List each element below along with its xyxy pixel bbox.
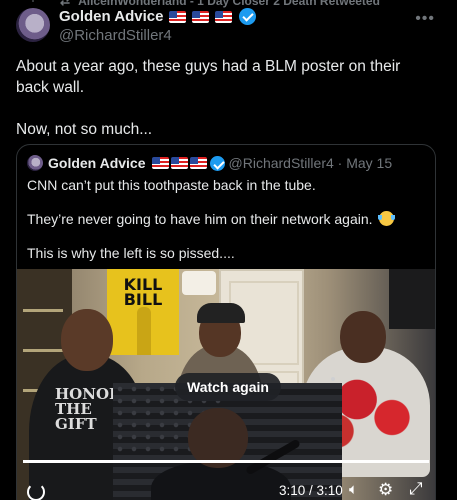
poster-figure bbox=[137, 307, 151, 355]
author-handle[interactable]: @RichardStiller4 bbox=[59, 27, 256, 44]
volume-icon[interactable]: 🔈︎ bbox=[349, 481, 358, 498]
retweet-text: AliceInWonderland - 1 Day Closer 2 Death… bbox=[78, 0, 380, 8]
quoted-text: CNN can’t put this toothpaste back in th… bbox=[27, 175, 427, 277]
verified-icon bbox=[209, 155, 225, 171]
video-poster: KILL BILL bbox=[107, 269, 179, 355]
avatar[interactable] bbox=[16, 8, 50, 42]
quoted-header: Golden Advice @RichardStiller4 · May 15 bbox=[27, 155, 392, 171]
replay-icon[interactable] bbox=[27, 483, 45, 500]
poster-text: KILL BILL bbox=[123, 275, 163, 309]
author-row: Golden Advice bbox=[59, 8, 257, 25]
us-flag-icon bbox=[189, 157, 207, 169]
expand-icon[interactable]: ⤢ bbox=[409, 479, 423, 499]
close-icon[interactable] bbox=[331, 377, 335, 381]
retweet-icon: ⇄ bbox=[60, 0, 71, 8]
video-progress-bar[interactable] bbox=[23, 460, 429, 463]
video-lamp bbox=[182, 271, 216, 295]
us-flag-icon bbox=[151, 157, 169, 169]
quoted-line: They’re never going to have him on their… bbox=[27, 209, 427, 229]
gear-icon[interactable]: ⚙ bbox=[378, 480, 393, 500]
quoted-line-text: They’re never going to have him on their… bbox=[27, 211, 373, 227]
us-flag-icon bbox=[170, 157, 188, 169]
crying-laughing-emoji-icon bbox=[377, 211, 395, 226]
video-controls: 3:10 / 3:10 🔈︎ ⚙ ⤢ bbox=[17, 473, 435, 500]
video-time: 3:10 / 3:10 bbox=[279, 483, 343, 498]
verified-icon[interactable] bbox=[239, 8, 257, 25]
quoted-avatar[interactable] bbox=[27, 155, 43, 171]
inset-person-head bbox=[188, 408, 248, 468]
post-text-line: Now, not so much... bbox=[16, 121, 153, 138]
retweet-indicator[interactable]: ⇄ AliceInWonderland - 1 Day Closer 2 Deat… bbox=[60, 0, 380, 8]
video-player[interactable]: KILL BILL HONOR THE GIFT Watch again 3:1… bbox=[17, 269, 435, 500]
post-text-line: About a year ago, these guys had a BLM p… bbox=[16, 58, 401, 96]
person-right-head bbox=[340, 311, 386, 363]
us-flag-icon bbox=[215, 10, 233, 23]
watch-again-button[interactable]: Watch again bbox=[175, 373, 281, 401]
quoted-line: This is why the left is so pissed.... bbox=[27, 245, 235, 261]
author-name[interactable]: Golden Advice bbox=[59, 8, 163, 25]
post-header: Golden Advice @RichardStiller4 bbox=[59, 8, 257, 44]
quoted-author-name: Golden Advice bbox=[48, 155, 146, 171]
more-icon[interactable]: ••• bbox=[415, 10, 435, 28]
video-tv bbox=[389, 269, 435, 329]
thread-line bbox=[32, 0, 34, 2]
person-left-head bbox=[61, 309, 113, 371]
quoted-handle-date: @RichardStiller4 · May 15 bbox=[228, 155, 393, 171]
video-progress-fill bbox=[23, 460, 429, 463]
us-flag-icon bbox=[192, 10, 210, 23]
quoted-line: CNN can’t put this toothpaste back in th… bbox=[27, 177, 316, 193]
quoted-post[interactable]: Golden Advice @RichardStiller4 · May 15 … bbox=[16, 144, 436, 500]
us-flag-icon bbox=[169, 10, 187, 23]
person-middle-cap bbox=[197, 303, 245, 323]
